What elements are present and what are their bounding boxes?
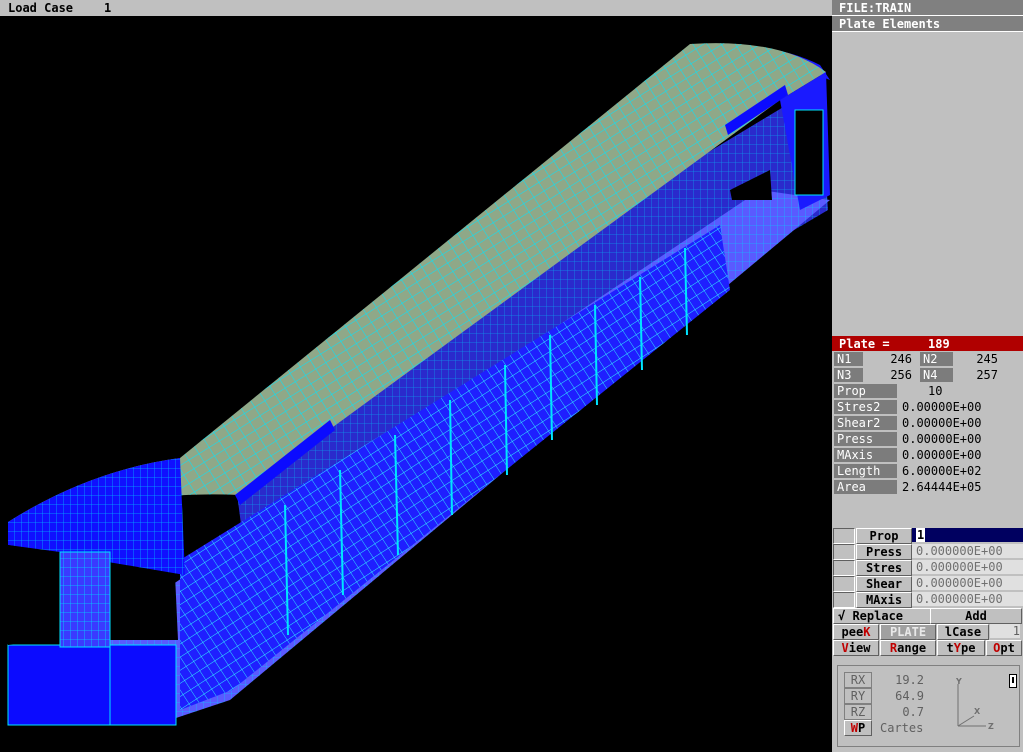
press-label: Press (834, 432, 897, 446)
view-button[interactable]: View (833, 640, 879, 656)
press-button[interactable]: Press (856, 544, 912, 560)
prop-input-value: 1 (916, 528, 926, 542)
axis-triad-icon: Y X Z (955, 677, 994, 731)
axis-z-label: Z (988, 722, 994, 731)
length-value: 6.00000E+02 (902, 464, 982, 478)
load-case-label: Load Case (8, 1, 74, 15)
prop-label: Prop (834, 384, 897, 398)
opt-button[interactable]: Opt (986, 640, 1022, 656)
ry-label[interactable]: RY (844, 688, 872, 704)
area-value: 2.64444E+05 (902, 480, 982, 494)
plate-mode-button[interactable]: PLATE (880, 624, 936, 640)
area-label: Area (834, 480, 897, 494)
front-window-left (8, 545, 60, 645)
maxis-input[interactable]: 0.000000E+00 (912, 592, 1023, 606)
stres-input[interactable]: 0.000000E+00 (912, 560, 1023, 574)
press-value: 0.00000E+00 (902, 432, 982, 446)
maxis-checkbox[interactable] (833, 592, 855, 608)
rz-value: 0.7 (902, 705, 924, 719)
shear-input[interactable]: 0.000000E+00 (912, 576, 1023, 590)
prop-checkbox[interactable] (833, 528, 855, 544)
type-button[interactable]: tYpe (937, 640, 985, 656)
stres-checkbox[interactable] (833, 560, 855, 576)
rz-label[interactable]: RZ (844, 704, 872, 720)
node-value: 257 (976, 368, 998, 382)
plate-selector[interactable]: Plate = 189 (832, 336, 1023, 351)
node-label: N1 (834, 352, 863, 366)
peek-button[interactable]: peeK (833, 624, 879, 640)
node-value: 245 (976, 352, 998, 366)
wp-button[interactable]: WP (844, 720, 872, 736)
shear-button[interactable]: Shear (856, 576, 912, 592)
lcase-button[interactable]: lCase (937, 624, 989, 640)
mode-title: Plate Elements (839, 17, 941, 31)
replace-toggle[interactable]: √ Replace (833, 608, 931, 624)
plate-number: 189 (928, 337, 950, 351)
range-button[interactable]: Range (880, 640, 936, 656)
front-end-lower (7, 644, 177, 726)
lcase-value[interactable]: 1 (990, 624, 1020, 638)
ry-value: 64.9 (895, 689, 924, 703)
stres2-label: Stres2 (834, 400, 897, 414)
rx-label[interactable]: RX (844, 672, 872, 688)
axis-x-label: X (974, 707, 981, 716)
press-input[interactable]: 0.000000E+00 (912, 544, 1023, 558)
model-viewport[interactable]: Load Case 1 (0, 0, 832, 752)
properties-panel: FILE:TRAIN Plate Elements Plate = 189 N1… (832, 0, 1023, 752)
rotation-box: RX 19.2 RY 64.9 RZ 0.7 WP Cartes Y X Z (837, 665, 1020, 747)
rx-value: 19.2 (895, 673, 924, 687)
load-case-value: 1 (104, 1, 112, 15)
stres-button[interactable]: Stres (856, 560, 912, 576)
rear-window (794, 109, 824, 196)
viewport-titlebar: Load Case 1 (0, 0, 832, 16)
plate-label: Plate = (839, 337, 890, 351)
length-label: Length (834, 464, 897, 478)
scroll-indicator-icon[interactable] (1009, 674, 1017, 688)
press-checkbox[interactable] (833, 544, 855, 560)
axis-y-label: Y (955, 677, 962, 686)
node-label: N2 (920, 352, 953, 366)
shear-checkbox[interactable] (833, 576, 855, 592)
mode-header: Plate Elements (832, 16, 1023, 32)
node-label: N4 (920, 368, 953, 382)
shear2-value: 0.00000E+00 (902, 416, 982, 430)
file-name: FILE:TRAIN (839, 1, 912, 15)
prop-input[interactable]: 1 (912, 528, 1023, 542)
maxis-value: 0.00000E+00 (902, 448, 982, 462)
front-window-right (110, 565, 178, 640)
coord-system[interactable]: Cartes (880, 721, 923, 735)
node-value: 256 (890, 368, 912, 382)
node-label: N3 (834, 368, 863, 382)
node-value: 246 (890, 352, 912, 366)
maxis-button[interactable]: MAxis (856, 592, 912, 608)
prop-button[interactable]: Prop (856, 528, 912, 544)
file-header: FILE:TRAIN (832, 0, 1023, 16)
stres2-value: 0.00000E+00 (902, 400, 982, 414)
prop-value: 10 (928, 384, 943, 398)
shear2-label: Shear2 (834, 416, 897, 430)
train-mesh-model[interactable] (0, 16, 832, 752)
maxis-label: MAxis (834, 448, 897, 462)
add-toggle[interactable]: Add (930, 608, 1022, 624)
